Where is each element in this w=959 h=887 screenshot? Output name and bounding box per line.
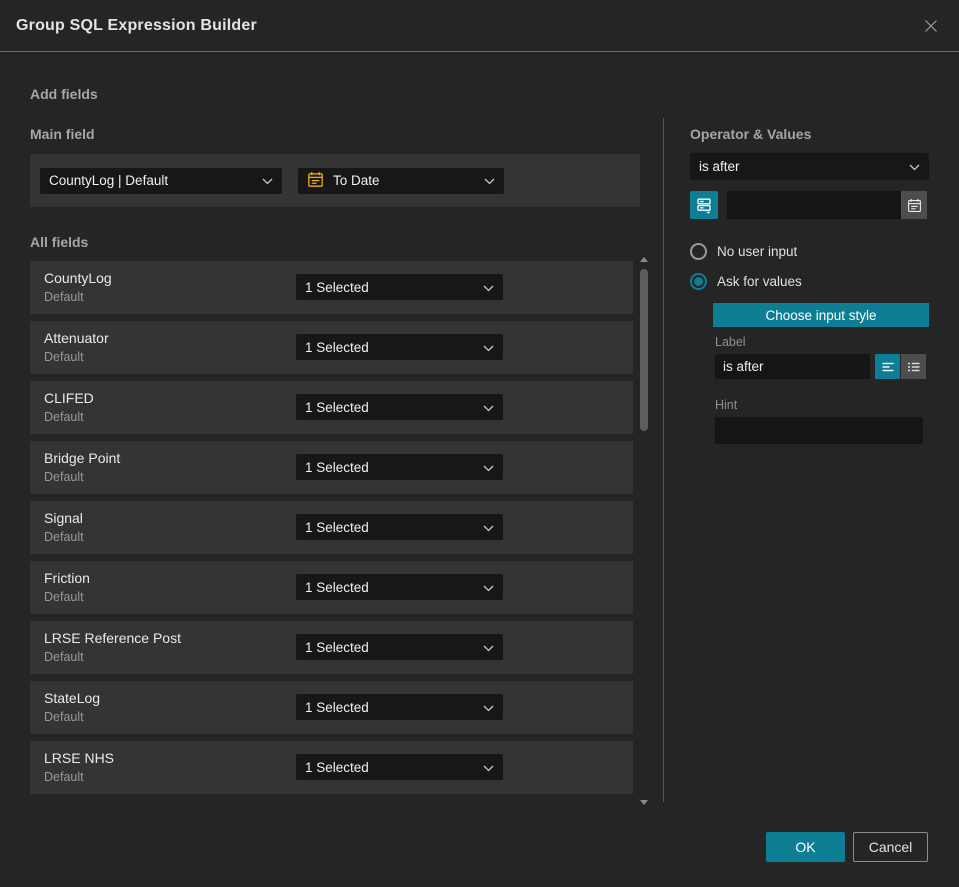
radio-label: Ask for values [717,274,802,289]
field-selected-value: 1 Selected [305,339,369,355]
all-fields-list: CountyLog Default 1 Selected Attenuator … [30,261,633,794]
chevron-down-icon [909,159,920,174]
chevron-down-icon [483,340,494,355]
field-row-statelog: StateLog Default 1 Selected [30,681,633,734]
field-row-lrse-nhs: LRSE NHS Default 1 Selected [30,741,633,794]
value-input-row [690,191,929,219]
chevron-down-icon [484,173,495,188]
chevron-down-icon [483,400,494,415]
radio-no-user-input[interactable]: No user input [690,243,929,260]
chevron-down-icon [483,640,494,655]
close-icon[interactable] [919,14,943,38]
field-row-countylog: CountyLog Default 1 Selected [30,261,633,314]
scroll-down-icon[interactable] [640,800,648,805]
field-selected-dropdown[interactable]: 1 Selected [296,694,503,720]
label-caption: Label [715,335,746,349]
field-selected-dropdown[interactable]: 1 Selected [296,754,503,780]
hint-input[interactable] [715,417,923,444]
label-input[interactable] [715,354,870,379]
scrollbar-thumb[interactable] [640,269,648,431]
field-selected-dropdown[interactable]: 1 Selected [296,454,503,480]
label-input-row [715,354,929,379]
align-left-icon[interactable] [875,354,900,379]
panel-divider [663,118,664,802]
field-row-signal: Signal Default 1 Selected [30,501,633,554]
field-row-attenuator: Attenuator Default 1 Selected [30,321,633,374]
field-selected-value: 1 Selected [305,459,369,475]
chevron-down-icon [262,173,273,188]
radio-selected-icon [690,273,707,290]
chevron-down-icon [483,520,494,535]
field-selected-dropdown[interactable]: 1 Selected [296,634,503,660]
chevron-down-icon [483,700,494,715]
field-selected-value: 1 Selected [305,399,369,415]
chevron-down-icon [483,580,494,595]
chevron-down-icon [483,760,494,775]
operator-values-heading: Operator & Values [690,126,812,142]
add-fields-heading: Add fields [30,86,98,102]
radio-label: No user input [717,244,798,259]
value-input[interactable] [727,191,901,219]
field-selected-value: 1 Selected [305,699,369,715]
dialog-titlebar: Group SQL Expression Builder [0,0,959,52]
stack-input-icon[interactable] [690,191,718,219]
field-selected-value: 1 Selected [305,279,369,295]
field-selected-dropdown[interactable]: 1 Selected [296,514,503,540]
main-field-dropdown-value: CountyLog | Default [49,173,169,188]
field-row-friction: Friction Default 1 Selected [30,561,633,614]
field-selected-value: 1 Selected [305,579,369,595]
scroll-up-icon[interactable] [640,257,648,262]
field-selected-dropdown[interactable]: 1 Selected [296,334,503,360]
field-selected-value: 1 Selected [305,759,369,775]
dialog-title: Group SQL Expression Builder [16,16,257,34]
field-selected-value: 1 Selected [305,519,369,535]
operator-values-panel: Operator & Values is after No user input… [690,126,929,444]
chevron-down-icon [483,280,494,295]
main-field-heading: Main field [30,126,95,142]
date-mode-dropdown[interactable]: To Date [298,167,504,194]
field-selected-dropdown[interactable]: 1 Selected [296,574,503,600]
ok-button[interactable]: OK [766,832,845,862]
radio-icon [690,243,707,260]
group-sql-expression-builder-dialog: Group SQL Expression Builder Add fields … [0,0,959,887]
main-field-dropdown[interactable]: CountyLog | Default [40,167,282,194]
field-row-bridge-point: Bridge Point Default 1 Selected [30,441,633,494]
all-fields-heading: All fields [30,234,89,250]
field-selected-dropdown[interactable]: 1 Selected [296,394,503,420]
calendar-icon [307,171,324,191]
radio-ask-for-values[interactable]: Ask for values [690,273,929,290]
field-selected-dropdown[interactable]: 1 Selected [296,274,503,300]
list-scrollbar[interactable] [638,256,650,806]
operator-dropdown[interactable]: is after [690,153,929,180]
dialog-footer: OK Cancel [766,832,928,862]
date-mode-dropdown-value: To Date [333,173,380,188]
operator-dropdown-value: is after [699,159,740,174]
main-field-panel: CountyLog | Default To Date [30,154,640,207]
list-icon[interactable] [901,354,926,379]
calendar-picker-icon[interactable] [901,191,927,219]
hint-caption: Hint [715,398,738,412]
field-row-lrse-reference-post: LRSE Reference Post Default 1 Selected [30,621,633,674]
field-selected-value: 1 Selected [305,639,369,655]
chevron-down-icon [483,460,494,475]
field-row-clifed: CLIFED Default 1 Selected [30,381,633,434]
choose-input-style-button[interactable]: Choose input style [713,303,929,327]
cancel-button[interactable]: Cancel [853,832,928,862]
